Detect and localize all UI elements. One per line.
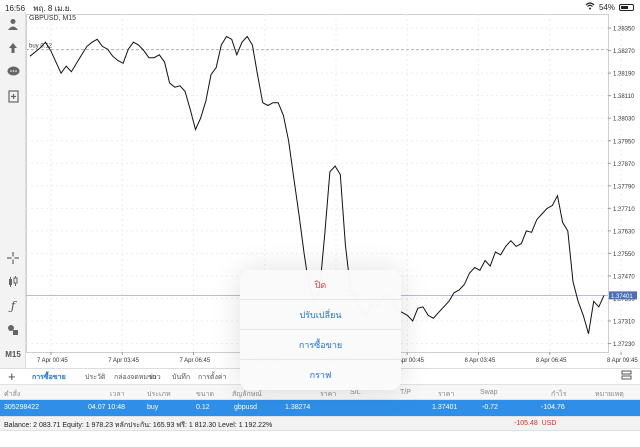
timeframe-button[interactable]: M15 bbox=[5, 346, 21, 362]
tab-trade[interactable]: การซื้อขาย bbox=[32, 372, 66, 383]
x-tick-label: 8 Apr 03:45 bbox=[465, 358, 496, 364]
add-icon[interactable]: + bbox=[8, 369, 16, 384]
row-profit: -104.76 bbox=[541, 404, 565, 411]
x-tick-label: 8 Apr 09:45 bbox=[607, 358, 638, 364]
tab-settings[interactable]: การตั้งค่า bbox=[198, 372, 227, 383]
wifi-icon bbox=[585, 2, 595, 12]
y-tick-label: 1.37550 bbox=[613, 252, 635, 258]
close-order-button[interactable]: ปิด bbox=[240, 270, 401, 300]
y-tick-label: 1.37870 bbox=[613, 162, 635, 168]
balance-bar: Balance: 2 083.71 Equity: 1 978.23 หลักป… bbox=[0, 416, 640, 431]
col-price[interactable]: ราคา bbox=[320, 389, 336, 400]
y-tick-label: 1.37950 bbox=[613, 139, 635, 145]
document-icon[interactable] bbox=[5, 88, 21, 104]
col-sl[interactable]: S/L bbox=[350, 389, 361, 396]
row-swap: -0.72 bbox=[482, 404, 498, 411]
chat-icon[interactable] bbox=[5, 64, 21, 80]
x-tick-label: 7 Apr 00:45 bbox=[37, 358, 68, 364]
current-price-label: 1.37401 bbox=[611, 294, 633, 300]
left-toolbar: ƒ M15 bbox=[0, 12, 26, 368]
col-comment[interactable]: หมายเหตุ bbox=[595, 389, 624, 400]
modify-order-button[interactable]: ปรับเปลี่ยน bbox=[240, 300, 401, 330]
y-tick-label: 1.38270 bbox=[613, 49, 635, 55]
col-order[interactable]: คำสั่ง bbox=[4, 389, 20, 400]
x-tick-label: 7 Apr 06:45 bbox=[180, 358, 211, 364]
person-icon[interactable] bbox=[5, 16, 21, 32]
status-right: 54% bbox=[585, 2, 634, 12]
tab-journal[interactable]: บันทึก bbox=[172, 372, 190, 383]
battery-percent: 54% bbox=[598, 2, 615, 12]
row-open-price: 1.38274 bbox=[285, 404, 311, 411]
battery-icon bbox=[619, 3, 634, 11]
y-tick-label: 1.37630 bbox=[613, 229, 635, 235]
tab-history[interactable]: ประวัติ bbox=[85, 372, 105, 383]
col-swap[interactable]: Swap bbox=[480, 389, 498, 396]
order-action-sheet: ปิด ปรับเปลี่ยน การซื้อขาย กราฟ bbox=[240, 270, 401, 390]
col-size[interactable]: ขนาด bbox=[196, 389, 214, 400]
x-tick-label: 7 Apr 03:45 bbox=[108, 358, 139, 364]
y-tick-label: 1.37310 bbox=[613, 320, 635, 326]
trade-icon[interactable] bbox=[5, 40, 21, 56]
trade-button[interactable]: การซื้อขาย bbox=[240, 330, 401, 360]
table-row[interactable]: 305298422 04.07 10:48 buy 0.12 gbpusd 1.… bbox=[0, 400, 640, 416]
y-tick-label: 1.37710 bbox=[613, 207, 635, 213]
currency-label: USD bbox=[541, 420, 557, 427]
col-tp[interactable]: T/P bbox=[400, 389, 411, 396]
total-profit: -105.48 USD bbox=[514, 420, 556, 427]
status-bar: 16:56 พฤ. 8 เม.ย. 54% bbox=[0, 0, 640, 13]
col-profit[interactable]: กำไร bbox=[551, 389, 566, 400]
chart-button[interactable]: กราฟ bbox=[240, 360, 401, 390]
y-tick-label: 1.38110 bbox=[613, 94, 635, 100]
row-size: 0.12 bbox=[196, 404, 210, 411]
y-tick-label: 1.38350 bbox=[613, 27, 635, 33]
row-order: 305298422 bbox=[4, 404, 40, 411]
col-symbol[interactable]: สัญลักษณ์ bbox=[232, 389, 262, 400]
row-current-price: 1.37401 bbox=[432, 404, 458, 411]
row-symbol: gbpusd bbox=[234, 404, 257, 411]
col-time[interactable]: เวลา bbox=[110, 389, 125, 400]
objects-icon[interactable] bbox=[5, 322, 21, 338]
balance-text: Balance: 2 083.71 Equity: 1 978.23 หลักป… bbox=[4, 422, 273, 429]
col-current-price[interactable]: ราคา bbox=[438, 389, 454, 400]
layout-icon[interactable] bbox=[621, 370, 632, 384]
total-profit-value: -105.48 bbox=[514, 420, 538, 427]
y-tick-label: 1.37790 bbox=[613, 184, 635, 190]
y-tick-label: 1.37470 bbox=[613, 274, 635, 280]
x-tick-label: 8 Apr 06:45 bbox=[536, 358, 567, 364]
chart-title: GBPUSD, M15 bbox=[29, 15, 77, 22]
tab-news[interactable]: ข่าว bbox=[148, 372, 161, 383]
y-tick-label: 1.38190 bbox=[613, 72, 635, 78]
function-icon[interactable]: ƒ bbox=[5, 298, 21, 314]
y-tick-label: 1.38030 bbox=[613, 117, 635, 123]
candles-icon[interactable] bbox=[5, 274, 21, 290]
row-type: buy bbox=[147, 404, 159, 411]
crosshair-icon[interactable] bbox=[5, 250, 21, 266]
col-type[interactable]: ประเภท bbox=[147, 389, 171, 400]
y-tick-label: 1.37230 bbox=[613, 342, 635, 348]
row-time: 04.07 10:48 bbox=[88, 404, 125, 411]
